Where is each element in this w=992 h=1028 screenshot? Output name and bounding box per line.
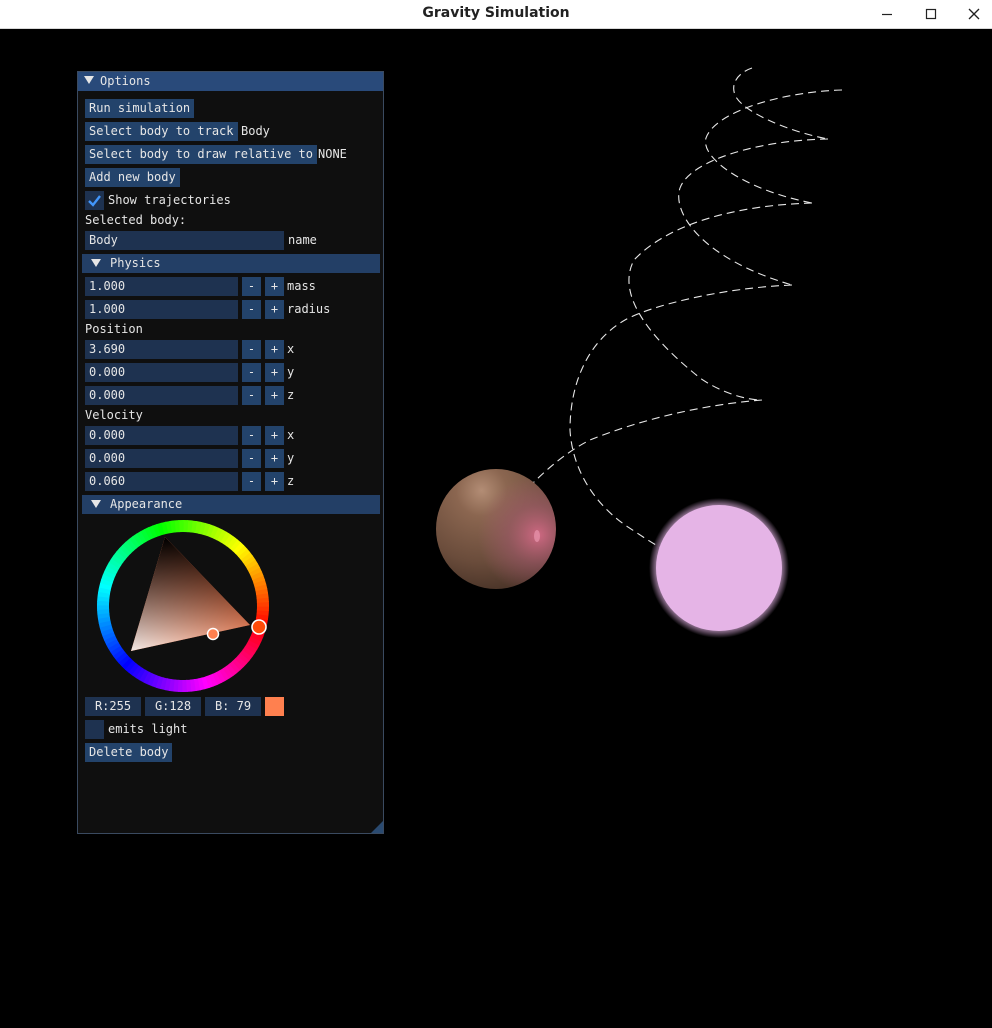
appearance-title: Appearance	[110, 497, 183, 511]
collapse-arrow-icon	[91, 500, 101, 508]
trajectory-path	[531, 67, 843, 551]
sv-picker-handle[interactable]	[206, 627, 220, 641]
body-name-input[interactable]: Body	[85, 231, 284, 250]
mass-label: mass	[287, 279, 316, 293]
window-title: Gravity Simulation	[422, 5, 570, 21]
position-x-decrement-button[interactable]: -	[242, 340, 261, 359]
appearance-section-header[interactable]: Appearance	[82, 495, 380, 514]
position-z-decrement-button[interactable]: -	[242, 386, 261, 405]
green-input[interactable]: G:128	[145, 697, 201, 716]
position-z-input[interactable]: 0.000	[85, 386, 238, 405]
color-picker-wheel[interactable]	[93, 516, 273, 696]
maximize-icon	[925, 8, 937, 20]
velocity-y-increment-button[interactable]: +	[265, 449, 284, 468]
hue-picker-handle[interactable]	[251, 619, 267, 635]
resize-grip-icon[interactable]	[371, 821, 383, 833]
mass-input[interactable]: 1.000	[85, 277, 238, 296]
velocity-y-input[interactable]: 0.000	[85, 449, 238, 468]
mass-decrement-button[interactable]: -	[242, 277, 261, 296]
position-z-increment-button[interactable]: +	[265, 386, 284, 405]
physics-title: Physics	[110, 256, 161, 270]
velocity-y-decrement-button[interactable]: -	[242, 449, 261, 468]
velocity-z-input[interactable]: 0.060	[85, 472, 238, 491]
saturation-value-triangle[interactable]	[131, 537, 250, 651]
select-track-button[interactable]: Select body to track	[85, 122, 238, 141]
select-relative-button[interactable]: Select body to draw relative to	[85, 145, 317, 164]
position-x-label: x	[287, 342, 295, 356]
relative-value: NONE	[318, 147, 347, 161]
checkmark-icon	[88, 195, 101, 207]
velocity-y-label: y	[287, 451, 295, 465]
show-trajectories-checkbox[interactable]	[85, 191, 104, 210]
emits-light-label: emits light	[108, 722, 188, 736]
radius-increment-button[interactable]: +	[265, 300, 284, 319]
title-bar: Gravity Simulation	[0, 0, 992, 29]
position-y-increment-button[interactable]: +	[265, 363, 284, 382]
blue-input[interactable]: B: 79	[205, 697, 261, 716]
radius-label: radius	[287, 302, 331, 316]
physics-section-header[interactable]: Physics	[82, 254, 380, 273]
planet-body[interactable]	[436, 469, 556, 589]
maximize-button[interactable]	[920, 4, 942, 24]
minimize-button[interactable]	[876, 4, 898, 24]
options-title: Options	[100, 74, 151, 88]
options-header[interactable]: Options	[78, 72, 383, 91]
velocity-x-increment-button[interactable]: +	[265, 426, 284, 445]
delete-body-button[interactable]: Delete body	[85, 743, 173, 762]
radius-decrement-button[interactable]: -	[242, 300, 261, 319]
red-input[interactable]: R:255	[85, 697, 141, 716]
velocity-x-decrement-button[interactable]: -	[242, 426, 261, 445]
minimize-icon	[882, 13, 892, 16]
velocity-z-decrement-button[interactable]: -	[242, 472, 261, 491]
body-name-label: name	[288, 233, 317, 247]
position-x-input[interactable]: 3.690	[85, 340, 238, 359]
color-swatch[interactable]	[265, 697, 284, 716]
collapse-arrow-icon	[91, 259, 101, 267]
options-panel: Options Run simulation Select body to tr…	[77, 71, 384, 834]
velocity-x-label: x	[287, 428, 295, 442]
close-button[interactable]	[963, 4, 985, 24]
run-simulation-button[interactable]: Run simulation	[85, 99, 195, 118]
selected-body-label: Selected body:	[85, 213, 187, 227]
close-icon	[968, 8, 980, 20]
show-trajectories-label: Show trajectories	[108, 193, 231, 207]
velocity-z-increment-button[interactable]: +	[265, 472, 284, 491]
position-y-label: y	[287, 365, 295, 379]
mass-increment-button[interactable]: +	[265, 277, 284, 296]
emits-light-checkbox[interactable]	[85, 720, 104, 739]
track-value: Body	[241, 124, 270, 138]
position-heading: Position	[85, 322, 143, 336]
velocity-z-label: z	[287, 474, 295, 488]
star-body[interactable]	[649, 498, 789, 638]
position-x-increment-button[interactable]: +	[265, 340, 284, 359]
position-y-decrement-button[interactable]: -	[242, 363, 261, 382]
position-y-input[interactable]: 0.000	[85, 363, 238, 382]
add-body-button[interactable]: Add new body	[85, 168, 180, 187]
velocity-x-input[interactable]: 0.000	[85, 426, 238, 445]
collapse-arrow-icon	[84, 76, 94, 84]
position-z-label: z	[287, 388, 295, 402]
velocity-heading: Velocity	[85, 408, 143, 422]
radius-input[interactable]: 1.000	[85, 300, 238, 319]
